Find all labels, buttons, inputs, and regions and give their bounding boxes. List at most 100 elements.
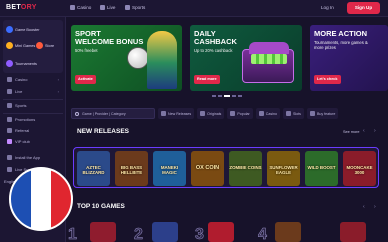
chip-label: Game Booster [15,27,40,32]
filter-bar: Game | Provider | Category New Releases … [71,108,388,119]
topnav-sports[interactable]: Sports [125,5,145,10]
sidebar-item-label: Install the App [15,155,41,160]
carousel-arrows[interactable]: ‹ › [363,204,380,210]
banner-subtitle: Tournaments, more games & more prizes [314,40,368,50]
banner-daily-cashback[interactable]: DAILY CASHBACK Up to 20% cashback Read mo… [190,25,302,91]
carousel-dot[interactable] [232,95,236,97]
game-title: Wild Boost [307,165,336,170]
carousel-dot[interactable] [218,95,222,97]
sidebar-item-referral[interactable]: Referral [3,126,63,135]
sidebar-item-casino[interactable]: Casino › [3,75,63,84]
game-title: Aztec Blizzard [82,165,105,175]
gift-icon [7,117,12,122]
sidebar-item-label: Live [15,89,23,94]
top-game-tile[interactable] [340,222,366,242]
new-releases-row: Aztec Blizzard Big Bass Hellbite Maneki … [73,147,379,188]
sports-icon [7,103,12,108]
tab-slots[interactable]: Slots [282,108,304,119]
banner-title: SPORT WELCOME BONUS [75,30,143,45]
banner-sport-welcome[interactable]: SPORT WELCOME BONUS 50% freebet Activate [71,25,182,91]
sidebar-item-sports[interactable]: Sports [3,101,63,110]
top-game-tile[interactable] [208,222,234,242]
casino-icon [258,111,264,116]
sidebar-item-label: VIP club [15,139,30,144]
new-icon [161,111,166,116]
sidebar-item-install-app[interactable]: Install the App [3,153,63,162]
popular-icon [230,111,236,116]
tab-casino[interactable]: Casino [255,108,280,119]
topnav-sports-label: Sports [132,5,146,10]
logo[interactable]: BETORY [6,4,37,11]
game-booster-chip[interactable]: Game Booster [6,26,39,33]
sidebar-item-label: Casino [15,77,28,82]
sidebar-item-live[interactable]: Live › [3,87,63,96]
banner-more-action[interactable]: MORE ACTION Tournaments, more games & mo… [310,25,388,91]
slots-icon [285,111,291,116]
tab-buy-feature[interactable]: Buy feature [306,108,339,119]
search-input[interactable]: Game | Provider | Category [71,108,155,119]
store-icon [36,42,43,49]
game-tile[interactable]: Ox Coin [191,151,224,186]
carousel-dot-active[interactable] [224,95,230,97]
game-tile[interactable]: Zombie Coins [229,151,262,186]
cash-pile-icon [251,54,287,64]
topnav-casino-label: Casino [77,5,92,10]
read-more-button[interactable]: Read more [194,75,220,84]
top-bar: BETORY Casino Live Sports Log In Sign Up [0,0,388,17]
carousel-dot[interactable] [238,95,242,97]
referral-icon [7,128,12,133]
game-tile[interactable]: Maneki Magic [153,151,186,186]
support-icon [7,167,12,172]
banner-subtitle: Up to 20% cashback [194,48,233,53]
banner-title-line2: WELCOME BONUS [75,36,144,46]
tab-new-releases[interactable]: New Releases [158,108,195,119]
french-flag-icon [9,167,73,231]
casino-icon [70,5,75,10]
sidebar-item-promotions[interactable]: Promotions [3,115,63,124]
lets-check-button[interactable]: Let's check [314,75,341,84]
tab-popular[interactable]: Popular [227,108,253,119]
game-tile[interactable]: Sunflower Eagle [267,151,300,186]
game-tile[interactable]: Mooncake 3000 [343,151,376,186]
player-illustration [147,31,177,89]
login-button[interactable]: Log In [321,5,334,10]
sidebar-item-label: Sports [15,103,27,108]
top-game-tile[interactable] [152,222,178,242]
download-icon [7,155,12,160]
topnav-casino[interactable]: Casino [70,5,91,10]
search-icon [75,111,79,116]
carousel-arrows[interactable]: ‹ › [363,128,380,134]
top-game-tile[interactable] [275,222,301,242]
tab-originals[interactable]: Originals [197,108,225,119]
sidebar-item-label: Referral [15,128,30,133]
sports-icon [125,5,130,10]
sidebar-divider [3,99,63,100]
section-title-top10: TOP 10 GAMES [77,203,125,210]
game-tile[interactable]: Aztec Blizzard [77,151,110,186]
tab-label: Buy feature [316,111,336,116]
carousel-dot[interactable] [212,95,216,97]
store-chip[interactable]: Store [36,42,54,49]
game-tile[interactable]: Big Bass Hellbite [115,151,148,186]
see-more-link[interactable]: See more [343,130,359,134]
tournaments-chip[interactable]: Tournaments [6,60,37,67]
sidebar-item-label: Promotions [15,117,36,122]
tab-label: Popular [237,111,250,116]
signup-button[interactable]: Sign Up [347,2,380,14]
game-title: Zombie Coins [229,165,262,170]
banner-title: DAILY CASHBACK [194,30,237,45]
vip-icon [7,139,12,144]
game-tile[interactable]: Wild Boost [305,151,338,186]
activate-button[interactable]: Activate [75,75,96,84]
dice-icon [6,42,13,49]
casino-icon [7,77,12,82]
sidebar-features-card: Game Booster Mini Games Store Tournament… [3,20,63,73]
tab-label: Casino [265,111,277,116]
topnav-live[interactable]: Live [100,5,115,10]
chip-label: Store [45,43,55,48]
sidebar-item-vip[interactable]: VIP club [3,137,63,146]
chip-label: Tournaments [15,61,37,66]
topnav-live-label: Live [107,5,116,10]
top-game-tile[interactable] [90,222,116,242]
mini-games-chip[interactable]: Mini Games [6,42,35,49]
